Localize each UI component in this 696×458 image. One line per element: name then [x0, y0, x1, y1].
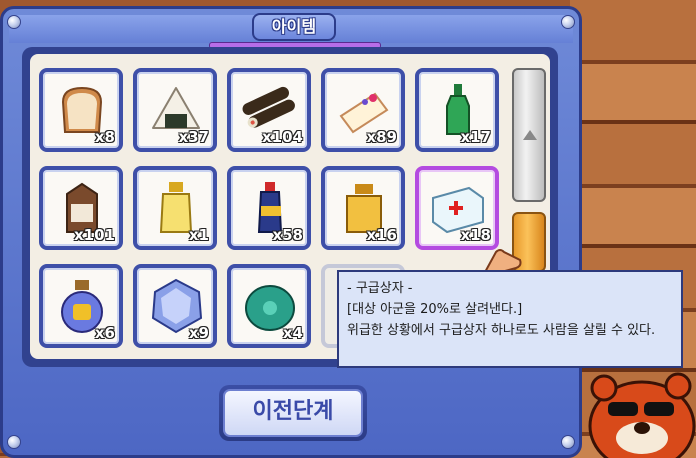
item-slot[interactable]: x9: [133, 264, 217, 348]
item-quantity: x89: [366, 128, 397, 146]
tooltip-effect: [대상 아군을 20%로 살려낸다.]: [347, 302, 523, 317]
item-slot[interactable]: x4: [227, 264, 311, 348]
item-slot[interactable]: x6: [39, 264, 123, 348]
item-slot[interactable]: x16: [321, 166, 405, 250]
tooltip-title: - 구급상자 -: [347, 281, 413, 296]
item-quantity: x1: [188, 226, 209, 244]
item-slot[interactable]: x89: [321, 68, 405, 152]
item-quantity: x58: [272, 226, 303, 244]
scroll-up-icon[interactable]: [523, 130, 537, 140]
item-quantity: x18: [460, 226, 491, 244]
item-quantity: x101: [74, 226, 115, 244]
item-quantity: x6: [94, 324, 115, 342]
item-quantity: x104: [262, 128, 303, 146]
item-slot[interactable]: x104: [227, 68, 311, 152]
previous-step-button[interactable]: 이전단계: [219, 385, 367, 441]
rivet-icon: [7, 435, 21, 449]
item-slot-selected[interactable]: x18: [415, 166, 499, 250]
item-quantity: x37: [178, 128, 209, 146]
rivet-icon: [7, 15, 21, 29]
item-slot[interactable]: x58: [227, 166, 311, 250]
window-title: 아이템: [252, 13, 336, 41]
item-slot[interactable]: x37: [133, 68, 217, 152]
rivet-icon: [561, 15, 575, 29]
item-tooltip: - 구급상자 - [대상 아군을 20%로 살려낸다.] 위급한 상황에서 구급…: [337, 270, 683, 368]
scrollbar-track[interactable]: [512, 68, 546, 202]
item-quantity: x17: [460, 128, 491, 146]
item-quantity: x9: [188, 324, 209, 342]
item-slot[interactable]: x17: [415, 68, 499, 152]
item-slot[interactable]: x8: [39, 68, 123, 152]
tooltip-description: 위급한 상황에서 구급상자 하나로도 사람을 살릴 수 있다.: [347, 323, 656, 338]
item-slot[interactable]: x101: [39, 166, 123, 250]
item-quantity: x16: [366, 226, 397, 244]
item-slot[interactable]: x1: [133, 166, 217, 250]
bear-character-icon: [588, 372, 696, 458]
rivet-icon: [561, 435, 575, 449]
item-quantity: x8: [94, 128, 115, 146]
item-quantity: x4: [282, 324, 303, 342]
previous-step-label: 이전단계: [223, 389, 363, 437]
